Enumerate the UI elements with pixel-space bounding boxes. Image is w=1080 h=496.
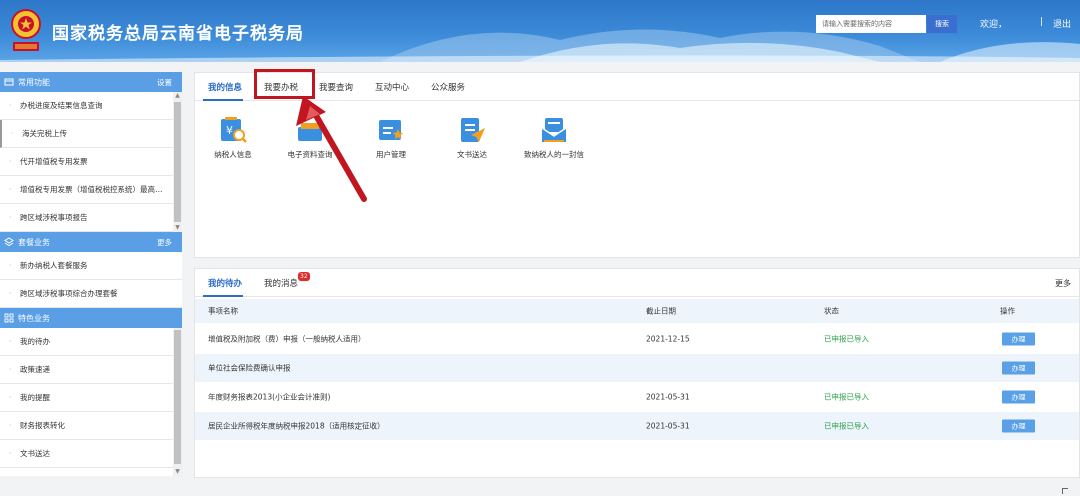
app-label: 纳税人信息 (214, 150, 252, 159)
app-label: 用户管理 (376, 150, 406, 159)
layers-icon (4, 237, 14, 247)
row-item-name: 居民企业所得税年度纳税申报2018（适用核定征收） (208, 421, 385, 431)
package-business-title: 套餐业务 (18, 238, 50, 247)
message-count-badge: 32 (298, 272, 310, 281)
table-row: 年度财务报表2013(小企业会计准则) 2021-05-31 已申报已导入 办理 (195, 383, 1079, 411)
tab-my-todo[interactable]: 我的待办 (208, 277, 242, 289)
sidebar-item-document-delivery[interactable]: 文书送达 (0, 440, 182, 468)
tab-my-info[interactable]: 我的信息 (208, 81, 242, 93)
app-document-query[interactable]: 电子资料查询 (270, 115, 350, 160)
sidebar-item-invoice-limit[interactable]: 增值税专用发票（增值税税控系统）最高开票限额审批 (0, 176, 182, 204)
sidebar-item-new-taxpayer-package[interactable]: 新办纳税人套餐服务 (0, 252, 182, 280)
todo-tabs: 我的待办 我的消息 32 更多 (195, 269, 1079, 297)
service-panel: 我的信息 我要办税 我要查询 互动中心 公众服务 ¥ 纳税人信息 电子资料查询 (193, 69, 1080, 258)
grid-icon (4, 313, 14, 323)
table-row: 增值税及附加税（费）申报（一般纳税人适用） 2021-12-15 已申报已导入 … (195, 325, 1079, 353)
user-management-icon (379, 120, 403, 140)
sidebar-item-report-conversion[interactable]: 财务报表转化 (0, 412, 182, 440)
handle-button[interactable]: 办理 (1002, 361, 1035, 375)
special-business-list: 我的待办 政策速递 我的提醒 财务报表转化 文书送达 ▼ (0, 328, 182, 476)
row-deadline: 2021-12-15 (646, 334, 690, 344)
row-status: 已申报已导入 (824, 334, 869, 344)
handle-button[interactable]: 办理 (1002, 390, 1035, 404)
site-header: 国家税务总局云南省电子税务局 搜索 欢迎， | 退出 (0, 0, 1080, 62)
sidebar-item-customs-upload[interactable]: 海关完税上传 (0, 120, 182, 148)
scroll-down-icon[interactable]: ▼ (174, 224, 181, 232)
left-sidebar: 常用功能 设置 办税进度及结果信息查询 海关完税上传 代开增值税专用发票 增值税… (0, 72, 182, 476)
tax-bureau-emblem-icon (11, 9, 41, 51)
welcome-text: 欢迎， (980, 20, 1008, 30)
tab-public-service[interactable]: 公众服务 (431, 81, 465, 93)
tab-my-messages[interactable]: 我的消息 (264, 277, 298, 289)
sidebar-item-cross-region-package[interactable]: 跨区域涉税事项综合办理套餐 (0, 280, 182, 308)
table-row: 单位社会保险费确认申报 办理 (195, 354, 1079, 382)
tab-query[interactable]: 我要查询 (319, 81, 353, 93)
active-tab-underline (203, 295, 243, 297)
package-business-header: 套餐业务 更多 (0, 232, 182, 252)
special-business-header: 特色业务 (0, 308, 182, 328)
scroll-up-icon[interactable]: ▲ (174, 92, 181, 100)
column-header-deadline: 截止日期 (646, 306, 676, 316)
table-row: 居民企业所得税年度纳税申报2018（适用核定征收） 2021-05-31 已申报… (195, 412, 1079, 440)
handle-button[interactable]: 办理 (1002, 332, 1035, 346)
window-icon (4, 78, 14, 86)
common-functions-title: 常用功能 (18, 78, 50, 87)
sidebar-item-my-todo[interactable]: 我的待办 (0, 328, 182, 356)
document-query-icon (298, 123, 322, 141)
taxpayer-info-icon: ¥ (221, 117, 247, 143)
settings-link[interactable]: 设置 (157, 77, 172, 88)
common-functions-list: 办税进度及结果信息查询 海关完税上传 代开增值税专用发票 增值税专用发票（增值税… (0, 92, 182, 232)
logout-link[interactable]: 退出 (1053, 17, 1071, 30)
sidebar-item-progress-query[interactable]: 办税进度及结果信息查询 (0, 92, 182, 120)
sidebar-item-vat-invoice[interactable]: 代开增值税专用发票 (0, 148, 182, 176)
site-title: 国家税务总局云南省电子税务局 (52, 24, 304, 44)
row-status: 已申报已导入 (824, 421, 869, 431)
document-delivery-icon (461, 118, 485, 142)
service-tabs: 我的信息 我要办税 我要查询 互动中心 公众服务 (195, 69, 1079, 101)
app-document-delivery[interactable]: 文书送达 (432, 115, 512, 160)
highlight-annotation-box (254, 69, 315, 99)
scroll-thumb[interactable] (174, 330, 181, 464)
sidebar-item-my-reminders[interactable]: 我的提醒 (0, 384, 182, 412)
active-tab-underline (203, 99, 243, 101)
scroll-down-icon[interactable]: ▼ (174, 468, 181, 476)
row-item-name: 年度财务报表2013(小企业会计准则) (208, 392, 331, 402)
column-header-action: 操作 (1000, 306, 1015, 316)
app-letter-to-taxpayers[interactable]: 致纳税人的一封信 (512, 115, 596, 160)
common-scrollbar[interactable]: ▲ ▼ (173, 92, 182, 232)
app-user-management[interactable]: 用户管理 (351, 115, 431, 160)
row-deadline: 2021-05-31 (646, 392, 690, 402)
row-item-name: 增值税及附加税（费）申报（一般纳税人适用） (208, 334, 366, 344)
header-separator: | (1040, 17, 1044, 27)
app-label: 文书送达 (457, 150, 487, 159)
column-header-status: 状态 (824, 306, 839, 316)
package-business-list: 新办纳税人套餐服务 跨区域涉税事项综合办理套餐 (0, 252, 182, 308)
column-header-name: 事项名称 (208, 306, 238, 316)
letter-icon (541, 118, 567, 142)
common-functions-header: 常用功能 设置 (0, 72, 182, 92)
scroll-thumb[interactable] (174, 102, 181, 222)
todo-panel: 我的待办 我的消息 32 更多 事项名称 截止日期 状态 操作 增值税及附加税（… (194, 268, 1080, 478)
sidebar-item-policy-express[interactable]: 政策速递 (0, 356, 182, 384)
app-label: 致纳税人的一封信 (524, 150, 584, 159)
svg-text:¥: ¥ (226, 124, 233, 137)
special-business-title: 特色业务 (18, 314, 50, 323)
search-input[interactable] (816, 15, 926, 33)
special-scrollbar[interactable]: ▼ (173, 328, 182, 476)
todo-more-link[interactable]: 更多 (1055, 278, 1071, 289)
sidebar-item-cross-region[interactable]: 跨区域涉税事项报告 (0, 204, 182, 232)
table-header: 事项名称 截止日期 状态 操作 (195, 299, 1079, 323)
handle-button[interactable]: 办理 (1002, 419, 1035, 433)
package-more-link[interactable]: 更多 (157, 237, 172, 248)
row-item-name: 单位社会保险费确认申报 (208, 363, 291, 373)
search-button[interactable]: 搜索 (927, 15, 957, 33)
corner-mark-icon (1062, 488, 1068, 494)
tab-interaction[interactable]: 互动中心 (375, 81, 409, 93)
row-status: 已申报已导入 (824, 392, 869, 402)
app-label: 电子资料查询 (287, 150, 333, 159)
app-taxpayer-info[interactable]: ¥ 纳税人信息 (193, 115, 273, 160)
row-deadline: 2021-05-31 (646, 421, 690, 431)
